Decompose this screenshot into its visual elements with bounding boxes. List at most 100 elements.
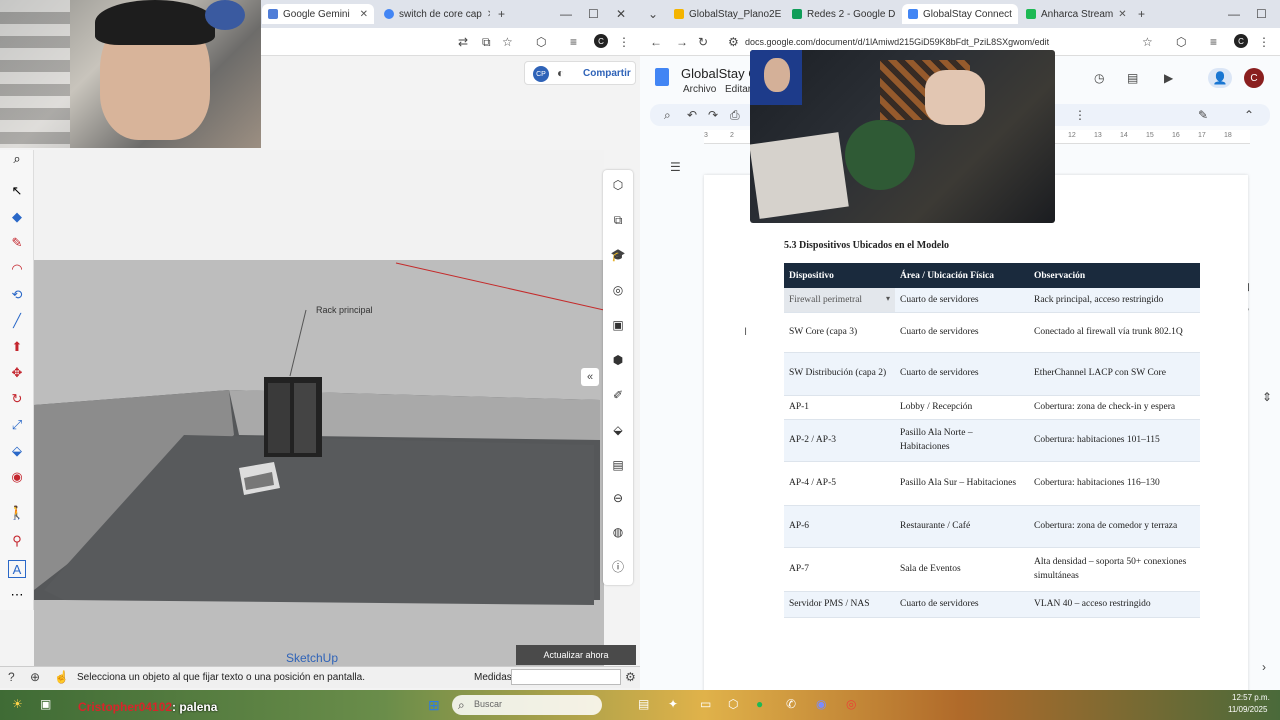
paint-bucket-icon[interactable]: ⬙ xyxy=(8,442,26,460)
discord-icon[interactable]: ◉ xyxy=(816,697,826,711)
table-cell[interactable]: Cuarto de servidores xyxy=(895,312,1029,353)
table-cell[interactable]: Sala de Eventos xyxy=(895,547,1029,592)
orbit-icon[interactable]: ◉ xyxy=(8,468,26,486)
offset-icon[interactable]: ⟲ xyxy=(8,286,26,304)
explore-icon[interactable]: › xyxy=(1262,660,1266,674)
table-cell[interactable]: SW Core (capa 3) xyxy=(784,312,895,353)
info-icon[interactable]: ⓘ xyxy=(608,556,628,576)
new-tab-icon[interactable]: + xyxy=(498,7,505,21)
table-cell[interactable]: AP-4 / AP-5 xyxy=(784,461,895,506)
collapse-menus-icon[interactable]: ⌃ xyxy=(1244,108,1254,122)
chrome-icon[interactable]: ◎ xyxy=(846,697,856,711)
entity-info-icon[interactable]: ⬡ xyxy=(608,175,628,195)
history-icon[interactable]: ◷ xyxy=(1094,71,1104,85)
help-icon[interactable]: ? xyxy=(8,670,15,684)
meet-icon[interactable]: ▶ xyxy=(1164,71,1173,85)
profile-avatar[interactable]: C xyxy=(1234,34,1248,48)
translate-icon[interactable]: ⇄ xyxy=(458,35,468,49)
materials-icon[interactable]: ◎ xyxy=(608,280,628,300)
spotify-icon[interactable]: ● xyxy=(756,697,763,711)
table-cell[interactable]: Restaurante / Café xyxy=(895,505,1029,548)
tab-globalstay-connect[interactable]: GlobalStay Connect ✕ xyxy=(902,4,1018,24)
table-cell[interactable]: Cuarto de servidores xyxy=(895,288,1029,313)
table-cell[interactable]: VLAN 40 – acceso restringido xyxy=(1029,591,1200,618)
minimize-icon[interactable]: — xyxy=(560,7,572,21)
push-pull-icon[interactable]: ⬆ xyxy=(8,338,26,356)
table-cell[interactable]: Lobby / Recepción xyxy=(895,395,1029,420)
solar-icon[interactable]: ◍ xyxy=(608,522,628,542)
eraser-icon[interactable]: ◆ xyxy=(8,208,26,226)
table-cell[interactable]: Firewall perimetral ▾ xyxy=(784,288,895,313)
docs-logo-icon[interactable] xyxy=(655,68,669,86)
undo-icon[interactable]: ↶ xyxy=(687,108,697,122)
table-cell[interactable]: Cuarto de servidores xyxy=(895,591,1029,618)
table-cell[interactable]: Alta densidad – soporta 50+ conexiones s… xyxy=(1029,547,1200,592)
scale-icon[interactable]: ⤢ xyxy=(8,416,26,434)
components-icon[interactable]: ⧉ xyxy=(608,210,628,230)
table-cell[interactable]: Rack principal, acceso restringido xyxy=(1029,288,1200,313)
explorer-icon[interactable]: ▤ xyxy=(638,697,649,711)
arc-icon[interactable]: ◠ xyxy=(8,260,26,278)
site-info-icon[interactable]: ⚙ xyxy=(728,35,739,49)
text-tool-icon[interactable]: A xyxy=(8,560,26,578)
redo-icon[interactable]: ↷ xyxy=(708,108,718,122)
table-cell[interactable]: Cobertura: habitaciones 101–115 xyxy=(1029,419,1200,462)
move-icon[interactable]: ✥ xyxy=(8,364,26,382)
position-camera-icon[interactable]: ⚲ xyxy=(8,532,26,550)
whatsapp-icon[interactable]: ✆ xyxy=(786,697,796,711)
scenes-icon[interactable]: ⬙ xyxy=(608,420,628,440)
back-icon[interactable]: ← xyxy=(650,35,662,49)
settings-icon[interactable]: ⚙ xyxy=(625,670,636,684)
outliner-icon[interactable]: ▤ xyxy=(608,455,628,475)
soften-icon[interactable]: ✐ xyxy=(608,385,628,405)
share-people-icon[interactable]: 👤 xyxy=(1208,68,1232,88)
tab-anharca-stream[interactable]: Anharca Stream ✕ xyxy=(1020,4,1132,24)
chat-app-icon[interactable]: ✦ xyxy=(668,697,678,711)
menu-archivo[interactable]: Archivo xyxy=(683,84,716,95)
table-cell[interactable]: Conectado al firewall vía trunk 802.1Q xyxy=(1029,312,1200,353)
app-icon[interactable]: ▣ xyxy=(40,697,51,711)
windows-start-icon[interactable]: ⊞ xyxy=(428,697,440,714)
tab-redes-2[interactable]: Redes 2 - Google D ✕ xyxy=(786,4,900,24)
styles-icon[interactable]: ▣ xyxy=(608,315,628,335)
table-cell[interactable]: Pasillo Ala Sur – Habitaciones xyxy=(895,461,1029,506)
display-icon[interactable]: ⊖ xyxy=(608,488,628,508)
table-cell[interactable]: Cobertura: zona de comedor y terraza xyxy=(1029,505,1200,548)
weather-icon[interactable]: ☀ xyxy=(12,697,23,711)
profile-avatar[interactable]: C xyxy=(594,34,608,48)
screenshot-icon[interactable]: ⧉ xyxy=(482,35,491,50)
more-options-icon[interactable]: ⋮ xyxy=(1074,108,1086,122)
maximize-icon[interactable]: ☐ xyxy=(1256,7,1267,21)
extensions-icon[interactable]: ⬡ xyxy=(536,35,546,49)
scroll-marker-icon[interactable]: ⇕ xyxy=(1262,390,1272,404)
rotate-icon[interactable]: ↻ xyxy=(8,390,26,408)
tags-icon[interactable]: ⬢ xyxy=(608,350,628,370)
select-arrow-icon[interactable]: ↖ xyxy=(8,182,26,200)
forward-icon[interactable]: → xyxy=(676,35,688,49)
tab-list-icon[interactable]: ≡ xyxy=(570,35,577,49)
doc-title[interactable]: GlobalStay C xyxy=(681,66,758,81)
table-cell[interactable]: AP-1 xyxy=(784,395,895,420)
close-icon[interactable]: ✕ xyxy=(360,9,368,20)
dropdown-arrow-icon[interactable]: ▾ xyxy=(886,293,890,305)
bookmark-star-icon[interactable]: ☆ xyxy=(1142,35,1153,49)
tab-globalstay-plano[interactable]: GlobalStay_Plano2E ✕ xyxy=(668,4,784,24)
table-cell[interactable]: SW Distribución (capa 2) xyxy=(784,352,895,396)
close-window-icon[interactable]: ✕ xyxy=(616,7,626,21)
table-cell[interactable]: Cobertura: zona de check-in y espera xyxy=(1029,395,1200,420)
maximize-icon[interactable]: ☐ xyxy=(588,7,599,21)
editing-mode-icon[interactable]: ✎ xyxy=(1198,108,1208,122)
table-cell[interactable]: Servidor PMS / NAS xyxy=(784,591,895,618)
table-cell[interactable]: AP-2 / AP-3 xyxy=(784,419,895,462)
instructor-icon[interactable]: 🎓 xyxy=(608,245,628,265)
tab-search-icon[interactable]: ⌄ xyxy=(648,7,658,21)
clock[interactable]: 12:57 p.m. xyxy=(1232,693,1270,702)
share-button[interactable]: Compartir xyxy=(583,68,631,79)
outline-icon[interactable]: ☰ xyxy=(670,160,681,174)
bookmark-star-icon[interactable]: ☆ xyxy=(502,35,513,49)
table-cell[interactable]: AP-7 xyxy=(784,547,895,592)
extensions-icon[interactable]: ⬡ xyxy=(1176,35,1186,49)
table-cell[interactable]: Cuarto de servidores xyxy=(895,352,1029,396)
viewport-3d[interactable]: Rack principal « xyxy=(34,150,605,666)
close-icon[interactable]: ✕ xyxy=(487,9,490,20)
